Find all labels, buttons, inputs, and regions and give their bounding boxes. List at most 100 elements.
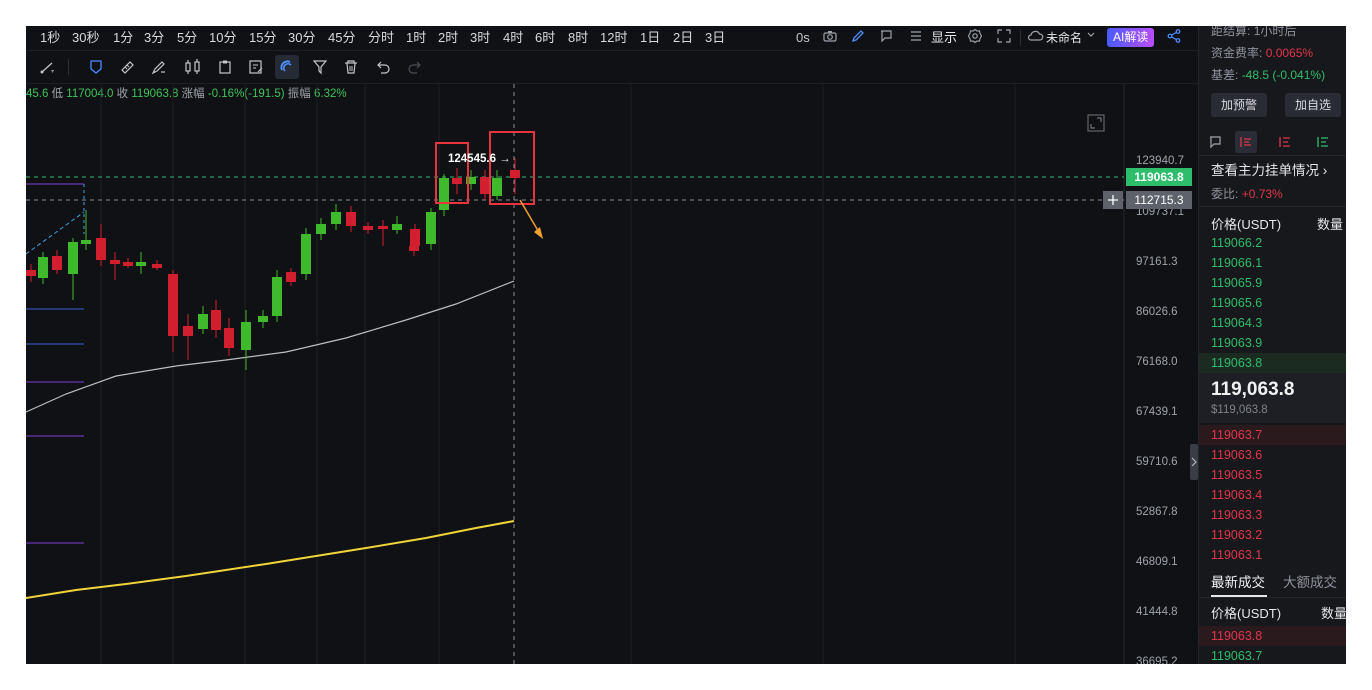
draw-pencil-icon[interactable] bbox=[850, 28, 866, 52]
list-icon[interactable] bbox=[908, 28, 924, 52]
tf-timeshare[interactable]: 分时 bbox=[368, 26, 394, 50]
candle-body bbox=[168, 274, 178, 336]
redo-icon[interactable] bbox=[403, 55, 427, 79]
price-axis: 123940.7109737.197161.386026.676168.0674… bbox=[1136, 155, 1184, 664]
clipboard-icon[interactable] bbox=[213, 55, 237, 79]
tf-1m[interactable]: 1分 bbox=[113, 26, 133, 50]
tf-3h[interactable]: 3时 bbox=[470, 26, 490, 50]
candle-body bbox=[96, 238, 106, 260]
tab-large-trades[interactable]: 大额成交 bbox=[1283, 571, 1337, 591]
view-bids-icon[interactable] bbox=[1315, 134, 1331, 155]
view-alert-icon[interactable] bbox=[1207, 134, 1223, 155]
tf-2h[interactable]: 2时 bbox=[438, 26, 458, 50]
undo-icon[interactable] bbox=[371, 55, 395, 79]
vertical-grid bbox=[100, 84, 1016, 664]
candle-body bbox=[123, 262, 133, 266]
tf-6h[interactable]: 6时 bbox=[535, 26, 555, 50]
display-menu[interactable]: 显示 bbox=[931, 26, 957, 50]
candle-countdown: 0s bbox=[796, 30, 810, 45]
bid-row[interactable]: 119065.6 bbox=[1199, 293, 1346, 313]
settings-gear-icon[interactable] bbox=[967, 28, 983, 52]
bid-row[interactable]: 119063.9 bbox=[1199, 333, 1346, 353]
current-price-tag: 119063.8 bbox=[1126, 168, 1192, 186]
candles-icon[interactable] bbox=[181, 55, 205, 79]
note-icon[interactable] bbox=[244, 55, 268, 79]
divider bbox=[1199, 597, 1346, 598]
camera-icon[interactable] bbox=[822, 28, 838, 52]
depth-link[interactable]: 查看主力挂单情况 › bbox=[1211, 159, 1327, 179]
trades-price-header: 价格(USDT) bbox=[1211, 606, 1282, 621]
ask-row[interactable]: 119063.2 bbox=[1199, 525, 1346, 545]
bid-row[interactable]: 119064.3 bbox=[1199, 313, 1346, 333]
brush-icon[interactable] bbox=[147, 55, 171, 79]
tf-45m[interactable]: 45分 bbox=[328, 26, 355, 50]
ask-row[interactable]: 119063.4 bbox=[1199, 485, 1346, 505]
bid-row[interactable]: 119065.9 bbox=[1199, 273, 1346, 293]
alert-flag-icon[interactable] bbox=[878, 28, 894, 52]
tf-5m[interactable]: 5分 bbox=[177, 26, 197, 50]
candle-body bbox=[68, 242, 78, 274]
candle-body bbox=[286, 272, 296, 282]
price-axis-label: 52867.8 bbox=[1136, 506, 1178, 518]
tf-1d[interactable]: 1日 bbox=[640, 26, 660, 50]
cloud-icon[interactable] bbox=[1026, 28, 1044, 52]
ruler-icon[interactable] bbox=[116, 55, 140, 79]
trade-row: 119063.7 bbox=[1211, 649, 1263, 663]
bid-row[interactable]: 119066.1 bbox=[1199, 253, 1346, 273]
tf-15m[interactable]: 15分 bbox=[249, 26, 276, 50]
candle-body bbox=[81, 240, 91, 244]
layout-name[interactable]: 未命名 bbox=[1046, 26, 1082, 50]
candle-body bbox=[346, 212, 356, 226]
candle-body bbox=[52, 256, 62, 270]
candle-body bbox=[183, 326, 193, 336]
fib-levels bbox=[26, 183, 84, 544]
moving-average-yellow bbox=[26, 520, 515, 599]
view-asks-icon[interactable] bbox=[1277, 134, 1293, 155]
price-axis-label: 86026.6 bbox=[1136, 306, 1178, 318]
tf-30s[interactable]: 30秒 bbox=[72, 26, 99, 50]
pin-icon[interactable] bbox=[84, 55, 108, 79]
line-tool-icon[interactable] bbox=[36, 55, 60, 79]
ai-interpret-button[interactable]: AI解读 bbox=[1107, 28, 1155, 47]
tf-10m[interactable]: 10分 bbox=[209, 26, 236, 50]
panel-collapse-handle[interactable] bbox=[1190, 444, 1198, 480]
trash-icon[interactable] bbox=[339, 55, 363, 79]
expand-chart-icon[interactable] bbox=[1087, 114, 1105, 132]
candlestick-chart[interactable]: 124545.6 → 123940.7109737.197161.386026.… bbox=[26, 84, 1198, 664]
fullscreen-icon[interactable] bbox=[996, 28, 1012, 52]
tf-12h[interactable]: 12时 bbox=[600, 26, 627, 50]
tf-30m[interactable]: 30分 bbox=[288, 26, 315, 50]
ask-row[interactable]: 119063.3 bbox=[1199, 505, 1346, 525]
candle-body bbox=[198, 314, 208, 329]
orderbook-view-tabs bbox=[1199, 130, 1346, 154]
chevron-down-icon[interactable] bbox=[1086, 27, 1096, 51]
magnet-icon[interactable] bbox=[275, 55, 299, 79]
candle-body bbox=[38, 257, 48, 278]
tab-latest-trades[interactable]: 最新成交 bbox=[1211, 571, 1265, 591]
add-watchlist-button[interactable]: 加自选 bbox=[1285, 93, 1341, 117]
ask-row[interactable]: 119063.6 bbox=[1199, 445, 1346, 465]
ask-row[interactable]: 119063.7 bbox=[1199, 425, 1346, 445]
filter-icon[interactable] bbox=[308, 55, 332, 79]
tf-1s[interactable]: 1秒 bbox=[40, 26, 60, 50]
tf-2d[interactable]: 2日 bbox=[673, 26, 693, 50]
tf-3d[interactable]: 3日 bbox=[705, 26, 725, 50]
candle-body bbox=[136, 262, 146, 266]
add-alert-button[interactable]: 加预警 bbox=[1211, 93, 1267, 117]
bid-row[interactable]: 119066.2 bbox=[1199, 233, 1346, 253]
ask-row[interactable]: 119063.5 bbox=[1199, 465, 1346, 485]
bid-row[interactable]: 119063.8 bbox=[1199, 353, 1346, 373]
tf-8h[interactable]: 8时 bbox=[568, 26, 588, 50]
high-annotation: 124545.6 → bbox=[448, 153, 511, 165]
tf-3m[interactable]: 3分 bbox=[144, 26, 164, 50]
tf-4h[interactable]: 4时 bbox=[503, 26, 523, 50]
candle-body bbox=[510, 170, 520, 178]
tf-1h[interactable]: 1时 bbox=[406, 26, 426, 50]
ratio-row: 委比: +0.73% bbox=[1211, 187, 1283, 201]
chevron-right-icon: › bbox=[1322, 163, 1328, 178]
candle-body bbox=[378, 226, 388, 229]
view-both-icon[interactable] bbox=[1235, 131, 1257, 153]
orderbook-price-header: 价格(USDT) bbox=[1211, 217, 1282, 232]
share-icon[interactable] bbox=[1166, 28, 1182, 52]
ask-row[interactable]: 119063.1 bbox=[1199, 545, 1346, 565]
